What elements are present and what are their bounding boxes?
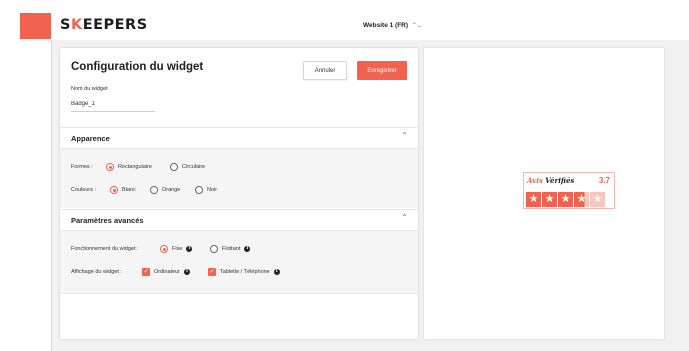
behaviour-label: Fonctionnement du widget :	[71, 246, 139, 252]
star-icon: ★	[574, 192, 589, 207]
workspace-divider	[51, 40, 52, 351]
page-title: Configuration du widget	[71, 61, 204, 73]
chevron-up-icon: ⌃	[401, 213, 408, 222]
badge-score: 3.7	[598, 176, 610, 185]
option-label: Circulaire	[182, 164, 206, 170]
option-label: Orange	[162, 187, 181, 193]
appearance-section-title: Apparence	[71, 134, 110, 143]
website-selector[interactable]: Website 1 (FR) ⌃⌄	[363, 22, 422, 29]
forms-label: Formes :	[71, 164, 93, 170]
colors-option-orange[interactable]: Orange	[150, 186, 180, 194]
radio-unselected	[210, 245, 218, 253]
behaviour-option-fixed[interactable]: Fixe i	[160, 245, 193, 253]
rating-stars: ★ ★ ★ ★ ★	[526, 192, 606, 207]
chevron-updown-icon: ⌃⌄	[411, 23, 422, 29]
widget-name-input[interactable]	[71, 97, 155, 112]
widget-preview-panel: Avis Vérifiés 3.7 ★ ★ ★ ★ ★	[424, 48, 664, 339]
widget-configuration-panel: Configuration du widget Annuler Enregist…	[60, 48, 418, 339]
widget-name-label: Nom du widget	[71, 86, 108, 92]
colors-option-black[interactable]: Noir	[195, 186, 217, 194]
advanced-section-header[interactable]: Paramètres avancés ⌃	[60, 209, 418, 231]
option-label: Tablette / Téléphone	[220, 269, 270, 275]
option-label: Fixe	[172, 246, 183, 252]
avis-verifies-badge: Avis Vérifiés 3.7 ★ ★ ★ ★ ★	[523, 172, 615, 209]
forms-option-rectangular[interactable]: Rectangulaire	[106, 163, 152, 171]
brand-accent-square	[20, 13, 51, 39]
checkbox-checked-icon: ✓	[142, 268, 150, 276]
display-option-tablet-phone[interactable]: ✓ Tablette / Téléphone i	[208, 268, 280, 276]
display-label: Affichage du widget :	[71, 269, 122, 275]
option-label: Flottant	[222, 246, 241, 252]
chevron-up-icon: ⌃	[401, 131, 408, 140]
cancel-button[interactable]: Annuler	[303, 61, 347, 80]
colors-option-white[interactable]: Blanc	[110, 186, 136, 194]
option-label: Noir	[207, 187, 218, 193]
star-icon: ★	[590, 192, 605, 207]
star-icon: ★	[542, 192, 557, 207]
star-icon: ★	[526, 192, 541, 207]
advanced-section-body: Fonctionnement du widget : Fixe i Flotta…	[60, 231, 418, 294]
info-icon[interactable]: i	[273, 269, 280, 275]
radio-unselected	[195, 186, 203, 194]
radio-selected	[110, 186, 118, 194]
skeepers-logo: SKEEPERS	[60, 17, 148, 33]
badge-brand: Avis Vérifiés	[527, 176, 575, 185]
info-icon[interactable]: i	[186, 246, 193, 252]
appearance-section-header[interactable]: Apparence ⌃	[60, 127, 418, 149]
option-label: Ordinateur	[154, 269, 180, 275]
forms-option-circular[interactable]: Circulaire	[170, 163, 205, 171]
behaviour-option-floating[interactable]: Flottant i	[210, 245, 251, 253]
display-option-desktop[interactable]: ✓ Ordinateur i	[142, 268, 190, 276]
website-selector-value: Website 1 (FR)	[363, 22, 409, 29]
radio-selected	[160, 245, 168, 253]
info-icon[interactable]: i	[184, 269, 190, 275]
save-button[interactable]: Enregistrer	[357, 61, 407, 80]
checkbox-checked-icon: ✓	[208, 268, 216, 276]
advanced-section-title: Paramètres avancés	[71, 216, 144, 225]
info-icon[interactable]: i	[244, 246, 251, 252]
option-label: Blanc	[122, 187, 136, 193]
star-icon: ★	[558, 192, 573, 207]
radio-selected	[106, 163, 114, 171]
radio-unselected	[150, 186, 158, 194]
radio-unselected	[170, 163, 178, 171]
colors-label: Couleurs :	[71, 187, 97, 193]
appearance-section-body: Formes : Rectangulaire Circulaire Couleu…	[60, 149, 418, 208]
option-label: Rectangulaire	[118, 164, 152, 170]
